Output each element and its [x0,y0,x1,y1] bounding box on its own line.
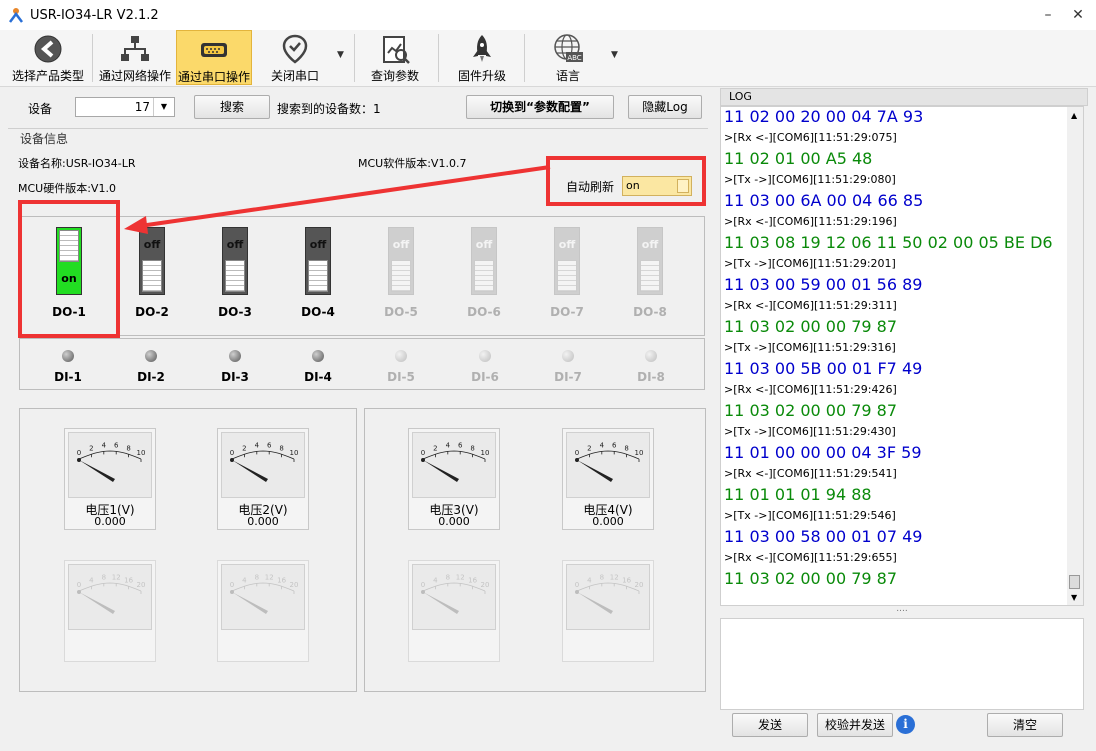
scroll-down-icon[interactable]: ▼ [1071,593,1077,602]
log-data-line: 11 03 00 5B 00 01 F7 49 [724,359,923,378]
clear-button[interactable]: 清空 [987,713,1063,737]
send-button[interactable]: 发送 [732,713,808,737]
log-meta-line: >[Rx <-][COM6][11:51:29:426] [724,383,897,396]
log-data-line: 11 03 02 00 00 79 87 [724,317,898,336]
log-data-line: 11 02 00 20 00 04 7A 93 [724,107,924,126]
log-data-line: 11 03 02 00 00 79 87 [724,569,898,588]
log-data-line: 11 01 01 01 94 88 [724,485,872,504]
splitter-handle[interactable]: .... [720,605,1084,616]
log-meta-line: >[Rx <-][COM6][11:51:29:075] [724,131,897,144]
log-scrollbar[interactable]: ▲ ▼ [1067,107,1083,605]
log-data-line: 11 03 00 6A 00 04 66 85 [724,191,924,210]
log-title: LOG [729,90,752,103]
log-output[interactable]: 11 02 00 20 00 04 7A 93 >[Rx <-][COM6][11… [720,106,1084,606]
log-data-line: 11 02 01 00 A5 48 [724,149,873,168]
log-panel: LOG 11 02 00 20 00 04 7A 93 >[Rx <-][COM6… [720,88,1088,744]
log-data-line: 11 03 02 00 00 79 87 [724,401,898,420]
log-meta-line: >[Rx <-][COM6][11:51:29:541] [724,467,897,480]
log-meta-line: >[Tx ->][COM6][11:51:29:201] [724,257,896,270]
log-meta-line: >[Rx <-][COM6][11:51:29:311] [724,299,897,312]
log-meta-line: >[Tx ->][COM6][11:51:29:316] [724,341,896,354]
verify-send-button[interactable]: 校验并发送 [817,713,893,737]
log-data-line: 11 01 00 00 00 04 3F 59 [724,443,922,462]
log-lines: 11 02 00 20 00 04 7A 93 >[Rx <-][COM6][11… [724,107,1064,589]
log-meta-line: >[Rx <-][COM6][11:51:29:196] [724,215,897,228]
log-header: LOG [720,88,1088,106]
log-data-line: 11 03 00 58 00 01 07 49 [724,527,923,546]
info-icon[interactable]: i [896,715,915,734]
log-data-line: 11 03 00 59 00 01 56 89 [724,275,923,294]
log-meta-line: >[Rx <-][COM6][11:51:29:655] [724,551,897,564]
log-meta-line: >[Tx ->][COM6][11:51:29:430] [724,425,896,438]
log-meta-line: >[Tx ->][COM6][11:51:29:546] [724,509,896,522]
log-data-line: 11 03 08 19 12 06 11 50 02 00 05 BE D6 [724,233,1053,252]
log-meta-line: >[Tx ->][COM6][11:51:29:080] [724,173,896,186]
send-input[interactable] [720,618,1084,710]
scroll-up-icon[interactable]: ▲ [1071,111,1077,120]
scroll-thumb[interactable] [1069,575,1080,589]
